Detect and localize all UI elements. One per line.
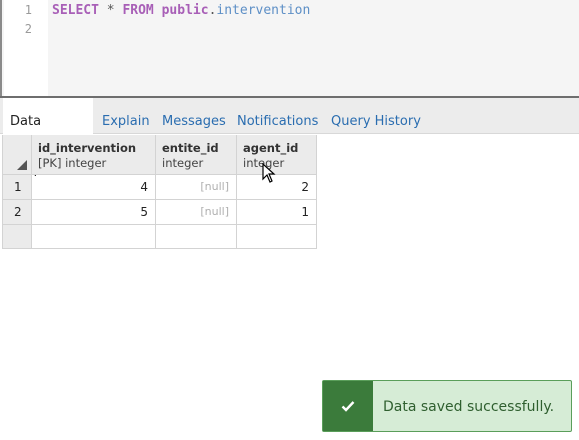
sql-star: * <box>98 3 123 18</box>
table-cell[interactable]: 4 <box>32 175 156 200</box>
grid-corner[interactable] <box>2 135 32 175</box>
table-cell[interactable]: 2 <box>237 175 317 200</box>
column-name: agent_id <box>243 141 299 155</box>
sql-keyword-select: SELECT <box>52 3 99 18</box>
column-name: entite_id <box>162 141 219 155</box>
checkmark-icon <box>341 401 355 412</box>
sql-table-name: intervention <box>216 3 311 18</box>
mouse-pointer-icon <box>262 163 276 183</box>
select-all-icon <box>17 160 27 170</box>
column-header-id-intervention[interactable]: id_intervention [PK] integer <box>32 135 156 175</box>
row-header[interactable]: 2 <box>2 200 32 225</box>
table-cell-null[interactable]: [null] <box>156 200 237 225</box>
sql-schema: public <box>153 3 209 18</box>
query-editor[interactable]: 1 2 SELECT * FROM public.intervention <box>0 0 579 96</box>
sql-keyword-from: FROM <box>122 3 154 18</box>
new-row-header[interactable] <box>2 225 32 249</box>
tab-notifications[interactable]: Notifications <box>230 98 325 134</box>
row-number: 2 <box>14 205 22 219</box>
new-row-cell[interactable] <box>156 225 237 249</box>
toast-message: Data saved successfully. <box>383 399 555 415</box>
new-row-cell[interactable] <box>32 225 156 249</box>
sql-query-line[interactable]: SELECT * FROM public.intervention <box>52 3 310 19</box>
table-cell[interactable]: 1 <box>237 200 317 225</box>
tab-data-output[interactable]: Data Output <box>3 98 93 177</box>
success-toast[interactable]: Data saved successfully. <box>322 380 572 432</box>
table-cell-null[interactable]: [null] <box>156 175 237 200</box>
tab-messages[interactable]: Messages <box>155 98 233 134</box>
row-number: 1 <box>14 180 22 194</box>
column-type: integer <box>162 156 204 170</box>
output-tabs: Data Output Explain Messages Notificatio… <box>0 98 579 177</box>
tab-query-history[interactable]: Query History <box>324 98 428 134</box>
column-name: id_intervention <box>38 141 137 155</box>
toast-icon-area <box>323 381 373 431</box>
table-cell[interactable]: 5 <box>32 200 156 225</box>
line-number: 1 <box>24 3 32 17</box>
line-gutter: 1 2 <box>4 0 48 96</box>
line-number: 2 <box>24 22 32 36</box>
row-header[interactable]: 1 <box>2 175 32 200</box>
column-header-agent-id[interactable]: agent_id integer <box>237 135 317 175</box>
column-type: [PK] integer <box>38 156 107 170</box>
new-row-cell[interactable] <box>237 225 317 249</box>
column-header-entite-id[interactable]: entite_id integer <box>156 135 237 175</box>
tab-explain[interactable]: Explain <box>95 98 157 134</box>
